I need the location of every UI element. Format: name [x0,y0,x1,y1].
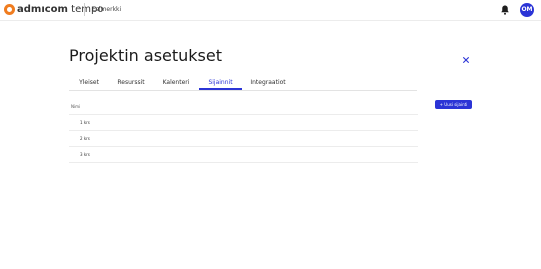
tab-resurssit[interactable]: Resurssit [111,78,151,90]
tab-kalenteri[interactable]: Kalenteri [156,78,196,90]
user-avatar[interactable]: OM [520,3,534,17]
project-name[interactable]: Esimerkki [92,5,121,14]
admicom-logo-icon[interactable] [4,4,15,15]
bell-icon[interactable] [499,4,511,16]
app-logo[interactable]: admıcom tempo [17,3,103,16]
new-location-button[interactable]: + Uusi sijainti [435,100,472,109]
tab-integraatiot[interactable]: Integraatiot [247,78,289,90]
tab-yleiset[interactable]: Yleiset [69,78,109,90]
close-icon[interactable] [462,56,470,64]
top-bar: admıcom tempo Esimerkki OM [0,0,541,21]
tab-sijainnit[interactable]: Sijainnit [199,78,242,90]
settings-tabs: Yleiset Resurssit Kalenteri Sijainnit In… [69,76,417,91]
page-title: Projektin asetukset [69,46,222,65]
column-header-name[interactable]: Nimi [69,100,418,115]
locations-table: Nimi 1 krs 2 krs 3 krs [69,100,418,163]
table-row[interactable]: 2 krs [69,131,418,147]
header-divider [84,3,85,16]
table-row[interactable]: 3 krs [69,147,418,163]
logo-brand: admıcom [17,4,68,15]
table-row[interactable]: 1 krs [69,115,418,131]
